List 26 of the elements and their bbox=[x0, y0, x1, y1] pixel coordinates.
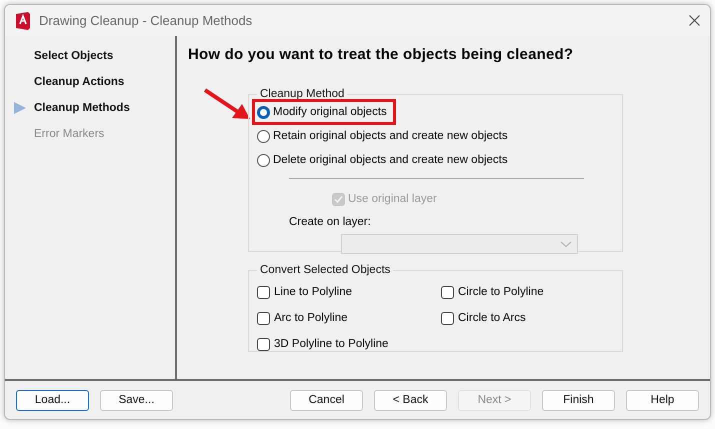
checkbox-option[interactable]: Circle to Arcs bbox=[441, 306, 531, 330]
radio-option[interactable]: Retain original objects and create new objects bbox=[257, 124, 513, 148]
window-title: Drawing Cleanup - Cleanup Methods bbox=[39, 13, 254, 28]
checkbox-option[interactable]: Arc to Polyline bbox=[257, 306, 353, 330]
sidebar-item[interactable]: Select Objects bbox=[34, 50, 114, 62]
dialog-button[interactable]: Save... bbox=[100, 390, 173, 410]
app-logo-icon bbox=[15, 12, 31, 30]
checkmark-icon bbox=[334, 194, 343, 204]
page-heading: How do you want to treat the objects being cleaned? bbox=[188, 46, 574, 63]
checkbox-option[interactable]: 3D Polyline to Polyline bbox=[257, 332, 394, 356]
field-label: Create on layer: bbox=[289, 216, 372, 228]
dialog-button[interactable]: < Back bbox=[374, 390, 447, 410]
dialog-button[interactable]: Load... bbox=[16, 390, 89, 410]
checkbox-option[interactable]: Line to Polyline bbox=[257, 280, 357, 304]
pointer-arrow-drawing bbox=[204, 88, 250, 120]
dialog-button[interactable]: Cancel bbox=[290, 390, 363, 410]
dialog-button[interactable]: Help bbox=[626, 390, 699, 410]
checkbox-option[interactable]: Circle to Polyline bbox=[441, 280, 549, 304]
group-title: Convert Selected Objects bbox=[259, 264, 392, 276]
sidebar-item[interactable]: Cleanup Actions bbox=[34, 76, 124, 88]
sidebar-item[interactable]: Cleanup Methods bbox=[34, 102, 130, 114]
close-icon[interactable] bbox=[689, 15, 700, 26]
group-title: Cleanup Method bbox=[259, 88, 346, 100]
radio-option[interactable]: Delete original objects and create new objects bbox=[257, 148, 513, 172]
highlighted-radio-option[interactable]: Modify original objects bbox=[255, 102, 393, 122]
dialog-button[interactable]: Finish bbox=[542, 390, 615, 410]
